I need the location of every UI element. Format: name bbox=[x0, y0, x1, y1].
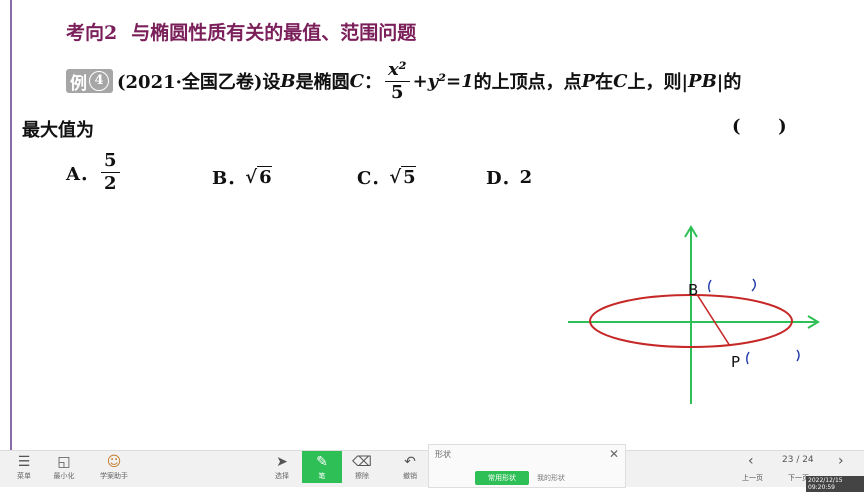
problem-text-2: 的上顶点，点 bbox=[473, 72, 582, 93]
option-a-fraction: 5 2 bbox=[100, 150, 120, 195]
var-P: P bbox=[581, 70, 596, 92]
select-tool[interactable]: ➤ 选择 bbox=[262, 453, 302, 481]
option-a-denominator: 2 bbox=[103, 173, 117, 194]
ellipse-fraction: x² 5 bbox=[384, 59, 410, 104]
eraser-icon: ⌫ bbox=[352, 454, 372, 470]
handwriting-mark-p-open bbox=[746, 351, 750, 365]
prev-page-icon[interactable]: ‹ bbox=[748, 453, 754, 469]
menu-label: 菜单 bbox=[17, 472, 31, 480]
heading-text: 与椭圆性质有关的最值、范围问题 bbox=[131, 22, 417, 44]
problem-text-4: 上，则| bbox=[627, 72, 689, 93]
var-B: B bbox=[280, 70, 296, 92]
handwriting-mark-p-close bbox=[796, 349, 800, 362]
problem-text-1: 是椭圆 bbox=[295, 72, 350, 93]
point-b-label: B bbox=[688, 281, 698, 299]
select-label: 选择 bbox=[275, 472, 289, 480]
option-b-label: B． bbox=[212, 168, 246, 189]
problem-line-2: 最大值为 bbox=[22, 120, 94, 141]
pen-tool[interactable]: ✎ 笔 bbox=[302, 451, 342, 483]
problem-text-5: |的 bbox=[716, 72, 742, 93]
menu-icon: ☰ bbox=[17, 454, 31, 470]
option-c-value: 5 bbox=[401, 165, 416, 188]
option-a-numerator: 5 bbox=[100, 150, 120, 173]
option-b: B． √ 6 bbox=[212, 164, 272, 190]
badge-number: 4 bbox=[89, 71, 109, 91]
option-a: A． 5 2 bbox=[66, 150, 123, 195]
badge-text: 例 bbox=[70, 73, 87, 94]
option-d-value: 2 bbox=[519, 166, 533, 188]
var-PB: PB bbox=[688, 70, 717, 92]
option-d-label: D． bbox=[486, 168, 520, 189]
assistant-label: 学案助手 bbox=[100, 472, 128, 480]
tab-common-shapes[interactable]: 常用形状 bbox=[475, 471, 529, 485]
handwriting-mark-b-close bbox=[751, 278, 756, 292]
minimize-icon: ◱ bbox=[57, 454, 71, 470]
answer-parentheses: ( ) bbox=[732, 116, 787, 137]
option-c-sqrt: √ 5 bbox=[389, 165, 416, 188]
fraction-numerator: x² bbox=[384, 59, 410, 82]
eraser-label: 擦除 bbox=[355, 472, 369, 480]
ellipse-sketch: B P bbox=[568, 225, 820, 404]
option-b-sqrt: √ 6 bbox=[245, 165, 272, 188]
option-d: D． 2 bbox=[486, 164, 532, 190]
problem-colon: ： bbox=[363, 72, 382, 93]
slide-left-border bbox=[10, 0, 12, 450]
option-b-value: 6 bbox=[257, 165, 272, 188]
undo-button[interactable]: ↶ 撤销 bbox=[390, 453, 430, 481]
var-C-2: C bbox=[613, 70, 628, 92]
var-C: C bbox=[349, 70, 364, 92]
page-indicator: 23 / 24 bbox=[782, 455, 814, 465]
assistant-avatar-icon: ☺ bbox=[106, 454, 122, 470]
shape-panel-title: 形状 bbox=[435, 450, 451, 459]
pen-icon: ✎ bbox=[316, 454, 328, 470]
option-c-label: C． bbox=[357, 168, 390, 189]
problem-source: (2021·全国乙卷)设 bbox=[117, 72, 281, 93]
minimize-button[interactable]: ◱ 最小化 bbox=[44, 453, 84, 481]
handwriting-mark-b-open bbox=[708, 279, 712, 293]
shape-panel: 形状 ✕ 常用形状 我的形状 bbox=[428, 444, 626, 488]
problem-text-3: 在 bbox=[595, 72, 614, 93]
close-icon[interactable]: ✕ bbox=[609, 447, 619, 461]
tab-my-shapes[interactable]: 我的形状 bbox=[537, 471, 565, 485]
menu-button[interactable]: ☰ 菜单 bbox=[4, 453, 44, 481]
example-badge: 例 4 bbox=[66, 69, 113, 94]
timestamp: 2022/12/15 09:20:59 bbox=[806, 476, 864, 492]
assistant-button[interactable]: ☺ 学案助手 bbox=[92, 453, 136, 481]
option-a-label: A． bbox=[66, 163, 98, 185]
option-c: C． √ 5 bbox=[357, 164, 416, 190]
problem-line-1: 例 4 (2021·全国乙卷)设 B 是椭圆 C ： x² 5 +y²=1 的上… bbox=[66, 56, 741, 106]
minimize-label: 最小化 bbox=[53, 472, 75, 480]
equation-rest: +y²=1 bbox=[412, 70, 474, 92]
next-page-icon[interactable]: › bbox=[838, 453, 844, 469]
prev-page-label[interactable]: 上一页 bbox=[742, 473, 763, 483]
undo-icon: ↶ bbox=[404, 454, 416, 470]
fraction-denominator: 5 bbox=[391, 81, 404, 103]
section-heading: 考向2 与椭圆性质有关的最值、范围问题 bbox=[66, 18, 430, 45]
undo-label: 撤销 bbox=[403, 472, 417, 480]
pen-label: 笔 bbox=[318, 472, 326, 480]
eraser-tool[interactable]: ⌫ 擦除 bbox=[342, 453, 382, 481]
slide-canvas: 考向2 与椭圆性质有关的最值、范围问题 例 4 (2021·全国乙卷)设 B 是椭… bbox=[0, 0, 864, 450]
cursor-icon: ➤ bbox=[276, 454, 288, 470]
point-p-label: P bbox=[731, 353, 740, 371]
heading-number: 考向2 bbox=[66, 22, 118, 44]
